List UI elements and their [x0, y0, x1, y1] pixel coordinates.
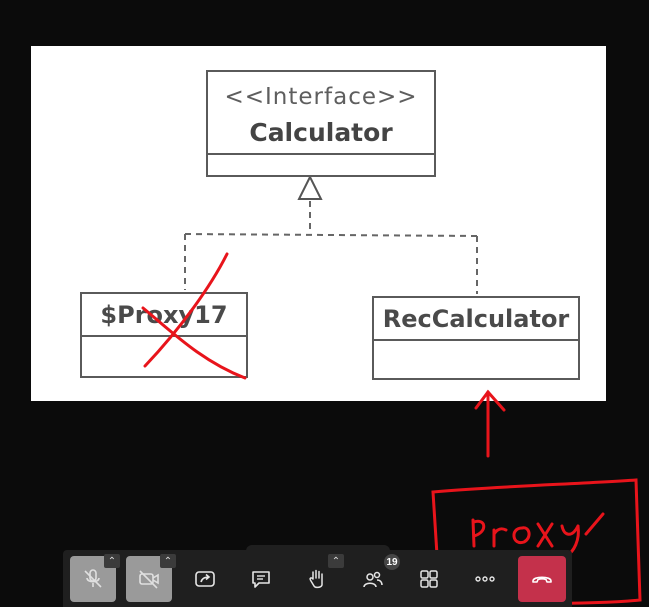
more-icon	[475, 576, 495, 582]
apps-button[interactable]	[406, 556, 452, 602]
chat-button[interactable]	[238, 556, 284, 602]
up-arrow-annotation	[474, 389, 506, 458]
mic-options-caret[interactable]: ⌃	[104, 554, 120, 568]
people-icon	[363, 571, 383, 588]
apps-grid-icon	[420, 570, 438, 588]
more-options-button[interactable]	[462, 556, 508, 602]
hang-up-icon	[532, 576, 552, 583]
participant-count-badge: 19	[384, 554, 400, 570]
mic-off-icon	[84, 569, 102, 588]
camera-options-caret[interactable]: ⌃	[160, 554, 176, 568]
chat-icon	[252, 571, 270, 588]
leave-call-button[interactable]	[518, 556, 566, 602]
share-screen-icon	[195, 571, 215, 587]
meeting-toolbar: ⌃ ⌃ ⌃ 19	[63, 550, 572, 607]
reactions-caret[interactable]: ⌃	[328, 554, 344, 568]
ink-annotations	[431, 389, 642, 605]
share-screen-button[interactable]	[182, 556, 228, 602]
hand-icon	[309, 569, 323, 589]
camera-off-icon	[139, 570, 159, 589]
